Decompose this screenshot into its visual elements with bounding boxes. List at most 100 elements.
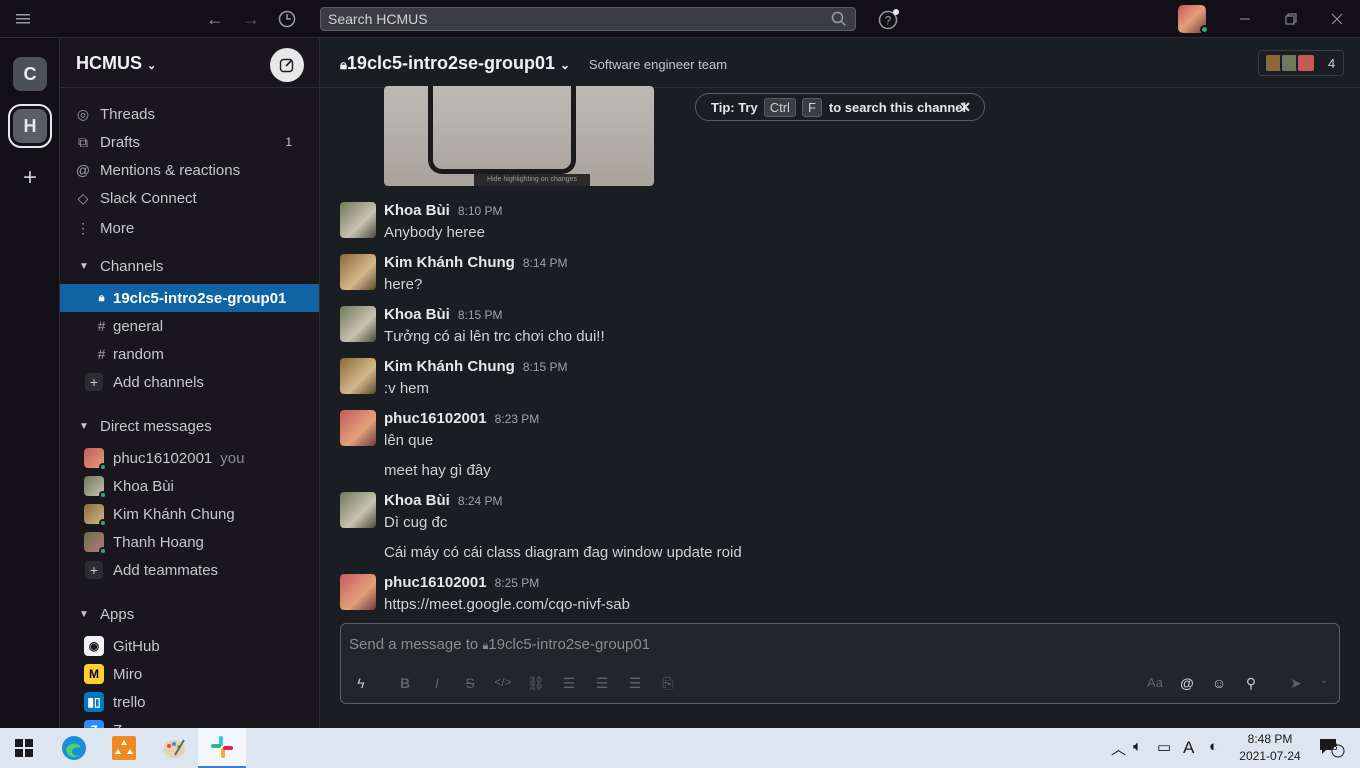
message-time[interactable]: 8:15 PM <box>523 360 568 374</box>
app-item-z[interactable]: Z Z <box>60 716 319 728</box>
members-button[interactable]: 4 <box>1258 50 1344 76</box>
message-time[interactable]: 8:14 PM <box>523 256 568 270</box>
avatar[interactable] <box>340 410 376 446</box>
message-author[interactable]: Kim Khánh Chung <box>384 358 515 375</box>
sidebar-channel-19clc5-intro2se-group01[interactable]: 🔒︎ 19clc5-intro2se-group01 <box>60 284 319 312</box>
message-composer[interactable]: Send a message to 🔒︎19clc5-intro2se-grou… <box>340 623 1340 704</box>
ordered-list-icon[interactable]: ☰ <box>559 675 579 692</box>
add-workspace-icon[interactable]: + <box>13 161 47 195</box>
help-icon[interactable]: ? <box>876 0 902 38</box>
workspace-h[interactable]: H <box>8 104 52 148</box>
sidebar-item-slack-connect[interactable]: ◇ Slack Connect <box>60 184 319 212</box>
security-shield-icon[interactable]: ◐ <box>1209 738 1218 755</box>
notification-center-icon[interactable]: 3 <box>1318 736 1346 762</box>
attach-paperclip-icon[interactable]: ⚲ <box>1241 675 1261 692</box>
sidebar-item-threads[interactable]: ◎ Threads <box>60 100 319 128</box>
more-icon: ⋮ <box>76 219 90 236</box>
channel-topic[interactable]: Software engineer team <box>589 57 727 72</box>
sidebar-item-more[interactable]: ⋮ More <box>60 214 319 242</box>
restore-icon[interactable] <box>1278 0 1304 38</box>
dms-section-header[interactable]: ▼ Direct messages <box>60 412 319 440</box>
add-teammates-button[interactable]: + Add teammates <box>60 556 319 584</box>
show-hidden-icons-chevron-icon[interactable]: ︿ <box>1111 738 1126 759</box>
volume-icon[interactable]: 🔈︎ <box>1133 738 1142 755</box>
message-author[interactable]: Khoa Bùi <box>384 306 450 323</box>
sidebar-channel-random[interactable]: # random <box>60 340 319 368</box>
paint-app-icon[interactable] <box>150 728 198 768</box>
app-item-miro[interactable]: M Miro <box>60 660 319 688</box>
sidebar-item-drafts[interactable]: ⧉ Drafts 1 <box>60 128 319 156</box>
dm-item-thanh-hoang[interactable]: Thanh Hoang <box>60 528 319 556</box>
back-arrow-icon[interactable]: ← <box>202 0 228 38</box>
lock-icon: 🔒︎ <box>340 57 347 72</box>
plus-icon: + <box>85 373 103 391</box>
dm-item-kim-khanh-chung[interactable]: Kim Khánh Chung <box>60 500 319 528</box>
hash-icon: # <box>97 346 106 362</box>
bulleted-list-icon[interactable]: ☰ <box>592 675 612 692</box>
message-time[interactable]: 8:24 PM <box>458 494 503 508</box>
avatar[interactable] <box>340 202 376 238</box>
message-link[interactable]: https://meet.google.com/cqo-nivf-sab <box>384 596 630 613</box>
message-time[interactable]: 8:25 PM <box>495 576 540 590</box>
avatar[interactable] <box>340 574 376 610</box>
message-author[interactable]: Kim Khánh Chung <box>384 254 515 271</box>
forward-arrow-icon[interactable]: → <box>238 0 264 38</box>
message-time[interactable]: 8:15 PM <box>458 308 503 322</box>
message-text: Dì cug đc <box>384 514 448 531</box>
hamburger-menu-icon[interactable] <box>8 0 38 38</box>
link-icon[interactable]: ⛓ <box>526 675 546 692</box>
search-input[interactable]: Search HCMUS <box>320 7 856 31</box>
app-item-github[interactable]: ◉ GitHub <box>60 632 319 660</box>
apps-section-header[interactable]: ▼ Apps <box>60 600 319 628</box>
close-window-icon[interactable] <box>1324 0 1350 38</box>
send-icon[interactable]: ➤ <box>1286 675 1306 692</box>
workspace-name[interactable]: HCMUS ⌄ <box>76 53 156 74</box>
channel-title-button[interactable]: 🔒︎19clc5-intro2se-group01 ⌄ <box>340 53 570 74</box>
input-method-indicator[interactable]: A <box>1183 738 1194 758</box>
app-orange-icon[interactable] <box>100 728 148 768</box>
dm-item-khoa-bui[interactable]: Khoa Bùi <box>60 472 319 500</box>
message-author[interactable]: Khoa Bùi <box>384 202 450 219</box>
italic-icon[interactable]: I <box>427 675 447 691</box>
strikethrough-icon[interactable]: S <box>460 675 480 691</box>
close-icon[interactable]: ✕ <box>959 99 971 116</box>
connect-icon: ◇ <box>77 189 89 206</box>
section-title: Channels <box>100 257 164 275</box>
sidebar-channel-general[interactable]: # general <box>60 312 319 340</box>
message-time[interactable]: 8:10 PM <box>458 204 503 218</box>
sidebar-item-mentions[interactable]: @ Mentions & reactions <box>60 156 319 184</box>
shortcuts-lightning-icon[interactable]: ϟ <box>351 675 371 691</box>
message-time[interactable]: 8:23 PM <box>495 412 540 426</box>
avatar[interactable] <box>340 254 376 290</box>
windows-start-icon[interactable] <box>0 728 48 768</box>
edge-browser-icon[interactable] <box>50 728 98 768</box>
message-author[interactable]: phuc16102001 <box>384 574 487 591</box>
message-author[interactable]: phuc16102001 <box>384 410 487 427</box>
minimize-icon[interactable] <box>1232 0 1258 38</box>
channels-section-header[interactable]: ▼ Channels <box>60 252 319 280</box>
message-author[interactable]: Khoa Bùi <box>384 492 450 509</box>
formatting-aa-icon[interactable]: Aa <box>1145 675 1165 690</box>
lock-icon: 🔒︎ <box>98 291 105 304</box>
app-item-trello[interactable]: ▮▯ trello <box>60 688 319 716</box>
tip-text: Tip: Try <box>711 99 758 115</box>
blockquote-icon[interactable]: ☰ <box>625 675 645 692</box>
system-clock[interactable]: 8:48 PM 2021-07-24 <box>1230 731 1310 765</box>
image-attachment[interactable]: Hide highlighting on changes <box>384 86 654 186</box>
avatar[interactable] <box>340 492 376 528</box>
dm-item-phuc16102001[interactable]: phuc16102001 you <box>60 444 319 472</box>
compose-button[interactable] <box>270 48 304 82</box>
bold-icon[interactable]: B <box>395 675 415 691</box>
code-icon[interactable]: </> <box>493 675 513 689</box>
avatar[interactable] <box>340 358 376 394</box>
workspace-c[interactable]: C <box>13 57 47 91</box>
history-clock-icon[interactable] <box>274 0 300 38</box>
send-options-chevron-icon[interactable]: ⌄ <box>1314 675 1334 686</box>
battery-icon[interactable]: ▭ <box>1157 738 1171 756</box>
code-block-icon[interactable]: ⎘ <box>658 675 678 692</box>
add-channels-button[interactable]: + Add channels <box>60 368 319 396</box>
avatar[interactable] <box>340 306 376 342</box>
slack-app-icon[interactable] <box>198 728 246 768</box>
emoji-icon[interactable]: ☺ <box>1209 675 1229 691</box>
mention-at-icon[interactable]: @ <box>1177 675 1197 691</box>
